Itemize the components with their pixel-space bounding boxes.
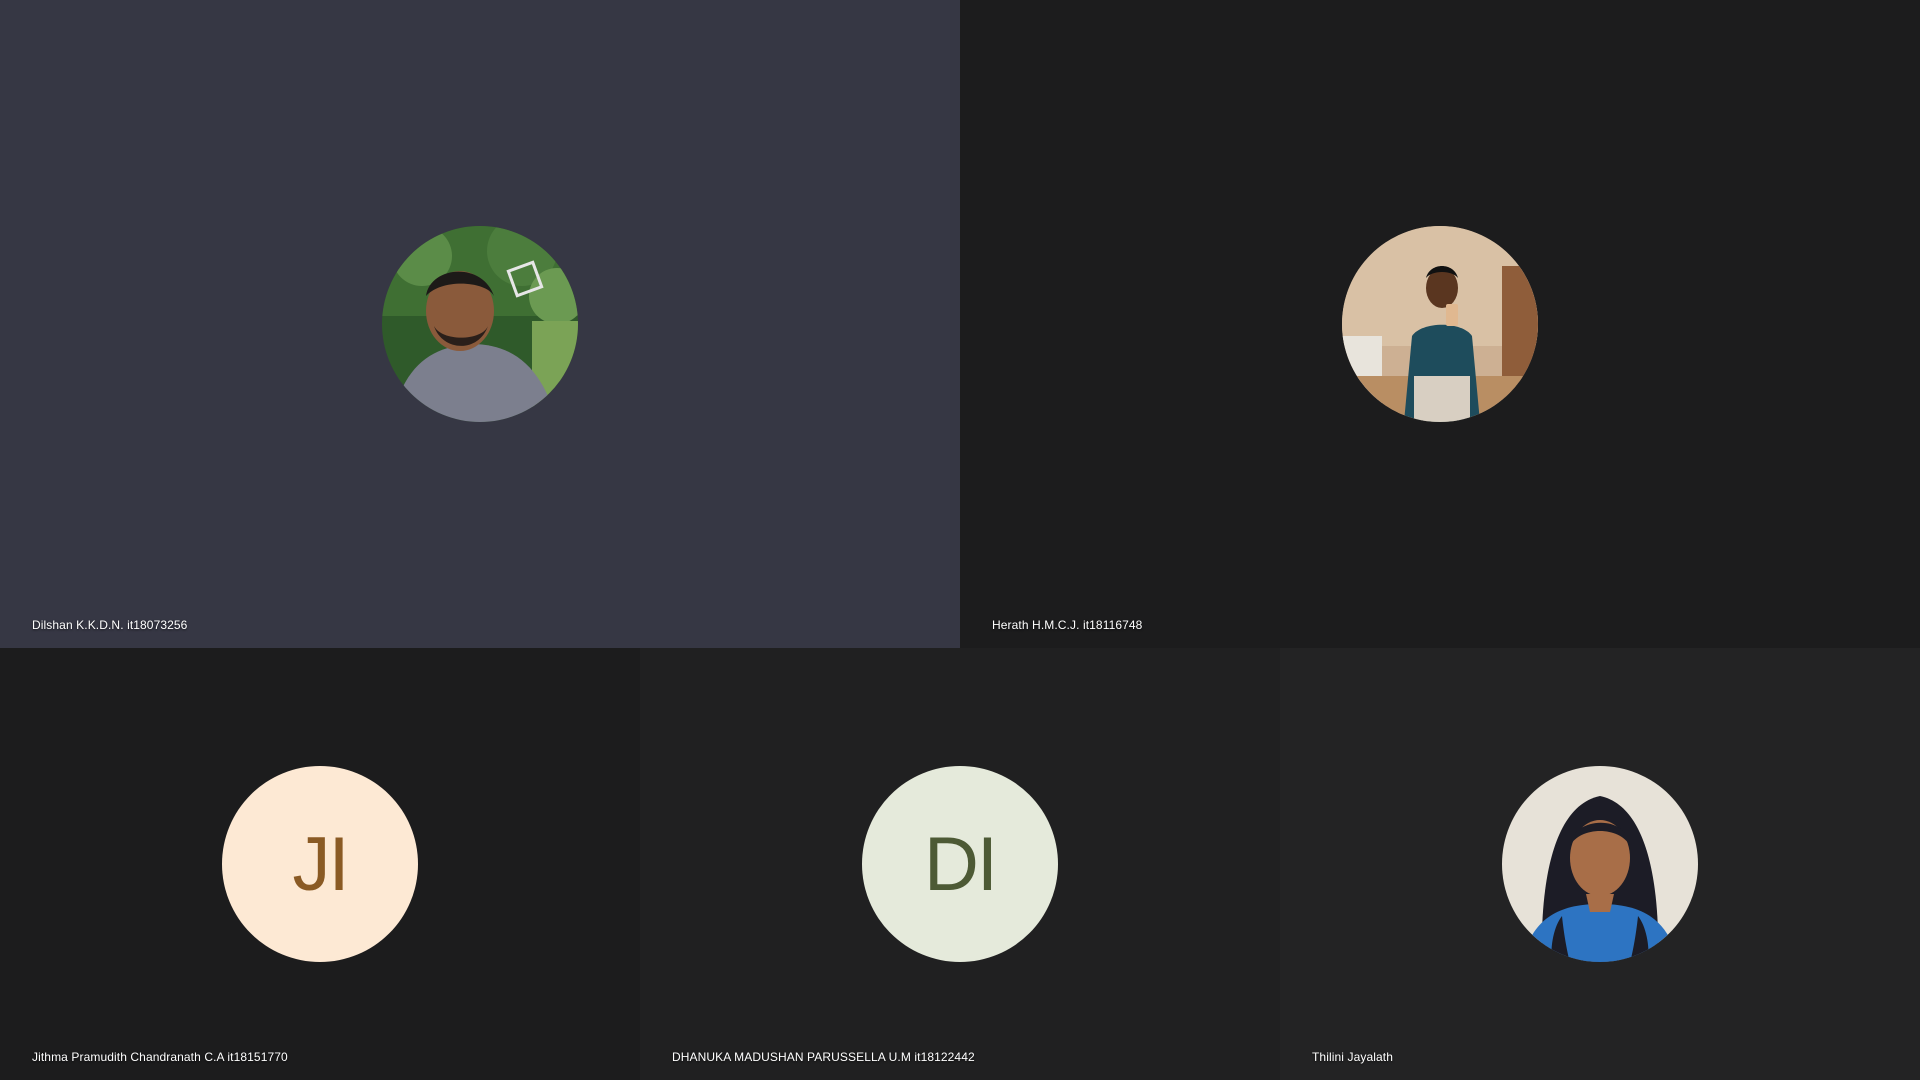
participant-name: Jithma Pramudith Chandranath C.A it18151… — [32, 1050, 288, 1064]
avatar-initials-text: DI — [924, 821, 998, 907]
participant-name: Thilini Jayalath — [1312, 1050, 1393, 1064]
participant-name: Herath H.M.C.J. it18116748 — [992, 618, 1143, 632]
avatar-photo — [382, 226, 578, 422]
participant-tile-dhanuka[interactable]: DI DHANUKA MADUSHAN PARUSSELLA U.M it181… — [640, 648, 1280, 1080]
avatar-initials: DI — [862, 766, 1058, 962]
participant-tile-jithma[interactable]: JI Jithma Pramudith Chandranath C.A it18… — [0, 648, 640, 1080]
avatar-photo — [1502, 766, 1698, 962]
avatar-photo — [1342, 226, 1538, 422]
participant-tile-herath[interactable]: Herath H.M.C.J. it18116748 — [960, 0, 1920, 648]
avatar-initials: JI — [222, 766, 418, 962]
participant-grid: Dilshan K.K.D.N. it18073256 Herath H.M.C… — [0, 0, 1920, 1080]
participant-name: Dilshan K.K.D.N. it18073256 — [32, 618, 188, 632]
participant-tile-dilshan[interactable]: Dilshan K.K.D.N. it18073256 — [0, 0, 960, 648]
avatar-initials-text: JI — [292, 821, 349, 907]
participant-tile-thilini[interactable]: Thilini Jayalath — [1280, 648, 1920, 1080]
participant-name: DHANUKA MADUSHAN PARUSSELLA U.M it181224… — [672, 1050, 975, 1064]
